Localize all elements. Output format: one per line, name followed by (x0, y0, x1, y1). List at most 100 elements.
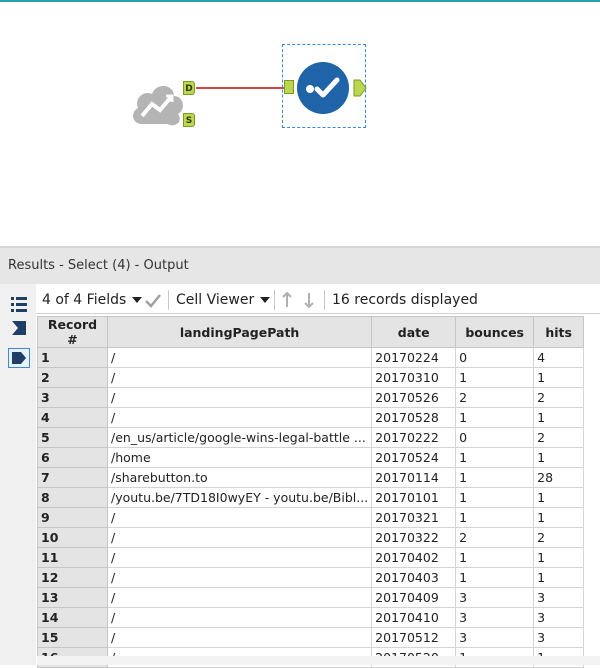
cell-landingpagepath[interactable]: / (106, 367, 373, 388)
apply-check-icon[interactable] (144, 286, 162, 314)
cell-bounces[interactable]: 0 (455, 347, 535, 368)
cell-record[interactable]: 3 (37, 387, 108, 408)
cell-date[interactable]: 20170526 (371, 387, 457, 408)
cell-date[interactable]: 20170528 (371, 407, 457, 428)
cell-record[interactable]: 14 (37, 607, 108, 628)
table-row[interactable]: 8/youtu.be/7TD18I0wyEY - youtu.be/Bibl..… (37, 487, 585, 508)
arrow-up-icon[interactable] (280, 286, 294, 314)
cell-bounces[interactable]: 1 (455, 567, 535, 588)
cell-record[interactable]: 8 (37, 487, 108, 508)
cell-landingpagepath[interactable]: / (106, 567, 373, 588)
output-anchor-view-icon[interactable] (8, 348, 30, 368)
cell-hits[interactable]: 28 (533, 467, 585, 488)
cell-hits[interactable]: 1 (533, 487, 585, 508)
cell-record[interactable]: 9 (37, 507, 108, 528)
cell-bounces[interactable]: 1 (455, 447, 535, 468)
column-header-hits[interactable]: hits (533, 316, 585, 348)
table-row[interactable]: 1/20170224 0 4 (37, 347, 585, 368)
table-row[interactable]: 5/en_us/article/google-wins-legal-battle… (37, 427, 585, 448)
table-row[interactable]: 6/home 20170524 1 1 (37, 447, 585, 468)
cell-bounces[interactable]: 1 (455, 547, 535, 568)
column-header-date[interactable]: date (371, 316, 457, 348)
table-row[interactable]: 2/20170310 1 1 (37, 367, 585, 388)
cell-landingpagepath[interactable]: / (106, 607, 373, 628)
cell-date[interactable]: 20170114 (371, 467, 457, 488)
input-tool[interactable] (128, 76, 188, 132)
cell-landingpagepath[interactable]: /home (106, 447, 373, 468)
cell-landingpagepath[interactable]: / (106, 547, 373, 568)
cell-landingpagepath[interactable]: /youtu.be/7TD18I0wyEY - youtu.be/Bibl... (106, 487, 373, 508)
cell-bounces[interactable]: 2 (455, 387, 535, 408)
table-row[interactable]: 11/20170402 1 1 (37, 547, 585, 568)
column-header-landingpagepath[interactable]: landingPagePath (106, 316, 373, 348)
connection-line[interactable] (196, 87, 284, 89)
column-header-record[interactable]: Record # (37, 316, 108, 348)
cell-hits[interactable]: 2 (533, 427, 585, 448)
cell-record[interactable]: 10 (37, 527, 108, 548)
cell-hits[interactable]: 1 (533, 407, 585, 428)
cell-hits[interactable]: 2 (533, 527, 585, 548)
select-tool[interactable] (297, 62, 349, 114)
cell-hits[interactable]: 3 (533, 627, 585, 648)
cell-record[interactable]: 6 (37, 447, 108, 468)
cell-hits[interactable]: 1 (533, 367, 585, 388)
cell-record[interactable]: 11 (37, 547, 108, 568)
table-row[interactable]: 15/20170512 3 3 (37, 627, 585, 648)
list-view-icon[interactable] (8, 294, 30, 314)
table-row[interactable]: 3/20170526 2 2 (37, 387, 585, 408)
cell-landingpagepath[interactable]: / (106, 387, 373, 408)
cell-date[interactable]: 20170524 (371, 447, 457, 468)
cell-record[interactable]: 2 (37, 367, 108, 388)
cell-bounces[interactable]: 3 (455, 627, 535, 648)
table-row[interactable]: 9/20170321 1 1 (37, 507, 585, 528)
table-row[interactable]: 13/20170409 3 3 (37, 587, 585, 608)
table-row[interactable]: 4/20170528 1 1 (37, 407, 585, 428)
cell-bounces[interactable]: 3 (455, 587, 535, 608)
cell-hits[interactable]: 2 (533, 387, 585, 408)
cell-landingpagepath[interactable]: /en_us/article/google-wins-legal-battle … (106, 427, 373, 448)
cell-landingpagepath[interactable]: / (106, 527, 373, 548)
cell-hits[interactable]: 1 (533, 567, 585, 588)
cell-record[interactable]: 12 (37, 567, 108, 588)
cell-viewer-dropdown[interactable]: Cell Viewer (176, 286, 271, 314)
select-input-anchor[interactable] (284, 80, 294, 94)
cell-bounces[interactable]: 1 (455, 467, 535, 488)
table-row[interactable]: 7/sharebutton.to 20170114 1 28 (37, 467, 585, 488)
cell-landingpagepath[interactable]: / (106, 407, 373, 428)
cell-bounces[interactable]: 1 (455, 507, 535, 528)
cell-hits[interactable]: 3 (533, 607, 585, 628)
cell-record[interactable]: 13 (37, 587, 108, 608)
cell-landingpagepath[interactable]: /sharebutton.to (106, 467, 373, 488)
table-row[interactable]: 12/20170403 1 1 (37, 567, 585, 588)
cell-bounces[interactable]: 1 (455, 407, 535, 428)
cell-landingpagepath[interactable]: / (106, 507, 373, 528)
cell-hits[interactable]: 4 (533, 347, 585, 368)
cell-record[interactable]: 15 (37, 627, 108, 648)
cell-record[interactable]: 4 (37, 407, 108, 428)
select-output-anchor[interactable] (353, 79, 367, 97)
output-anchor-s[interactable]: S (183, 113, 195, 127)
cell-record[interactable]: 1 (37, 347, 108, 368)
cell-bounces[interactable]: 1 (455, 487, 535, 508)
output-anchor-d[interactable]: D (183, 81, 195, 95)
cell-bounces[interactable]: 3 (455, 607, 535, 628)
table-row[interactable]: 14/20170410 3 3 (37, 607, 585, 628)
fields-dropdown[interactable]: 4 of 4 Fields (42, 286, 143, 314)
cell-date[interactable]: 20170402 (371, 547, 457, 568)
cell-landingpagepath[interactable]: / (106, 587, 373, 608)
cell-date[interactable]: 20170321 (371, 507, 457, 528)
cell-date[interactable]: 20170310 (371, 367, 457, 388)
cell-landingpagepath[interactable]: / (106, 627, 373, 648)
cell-date[interactable]: 20170101 (371, 487, 457, 508)
cell-landingpagepath[interactable]: / (106, 347, 373, 368)
cell-record[interactable]: 7 (37, 467, 108, 488)
cell-date[interactable]: 20170403 (371, 567, 457, 588)
input-anchor-view-icon[interactable] (8, 318, 30, 338)
cell-date[interactable]: 20170222 (371, 427, 457, 448)
cell-record[interactable]: 5 (37, 427, 108, 448)
cell-date[interactable]: 20170409 (371, 587, 457, 608)
cell-hits[interactable]: 1 (533, 507, 585, 528)
cell-date[interactable]: 20170512 (371, 627, 457, 648)
arrow-down-icon[interactable] (302, 286, 316, 314)
cell-hits[interactable]: 3 (533, 587, 585, 608)
